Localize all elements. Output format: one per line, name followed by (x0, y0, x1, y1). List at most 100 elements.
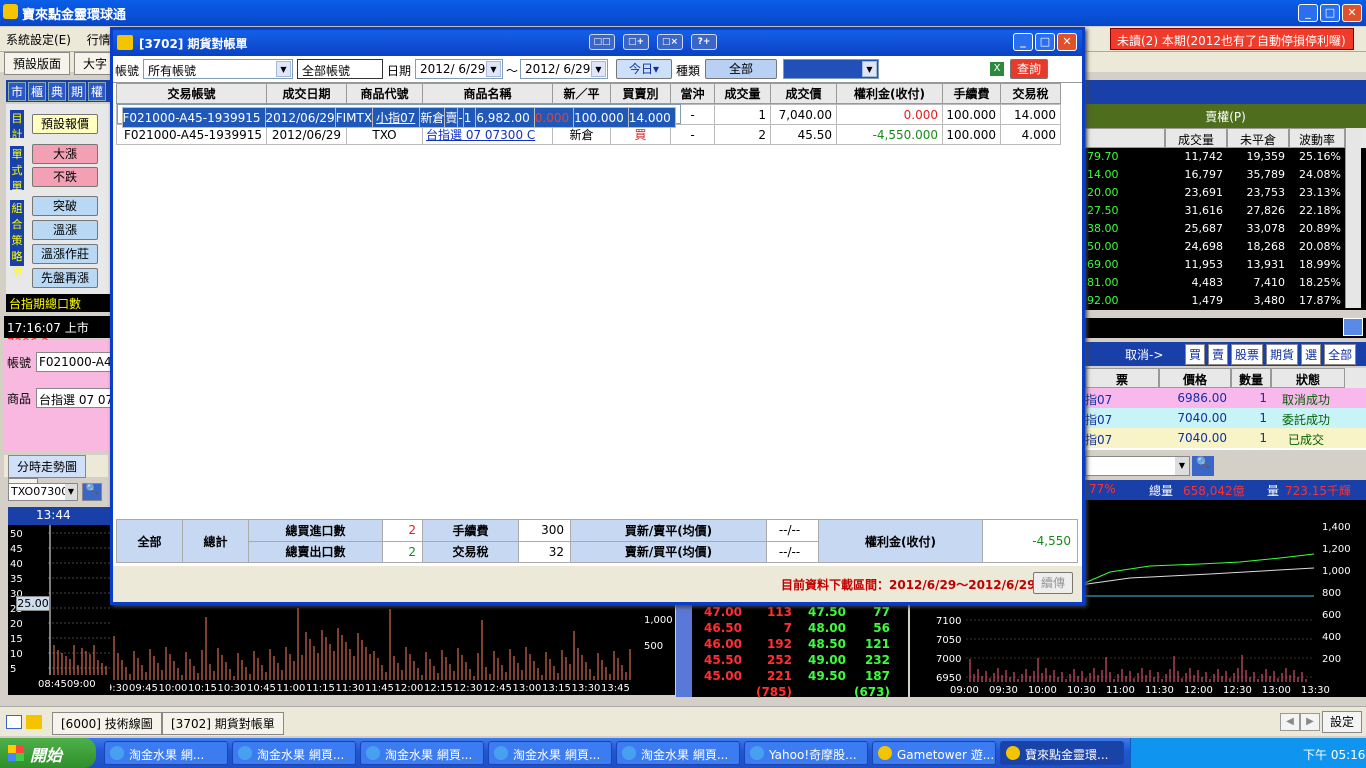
quick-tab[interactable]: 櫃 (28, 82, 46, 101)
minimize-icon[interactable]: _ (1298, 4, 1318, 22)
excel-icon[interactable]: X (989, 61, 1005, 77)
tab-tech-chart[interactable]: [6000] 技術線圖 (52, 712, 162, 735)
order-row[interactable]: 指07 6986.00 1 取消成功 (1085, 388, 1366, 408)
continue-button[interactable]: 續傳 (1033, 572, 1073, 594)
depth-cell: 48.00 (808, 621, 846, 635)
options-row[interactable]: 20.00 23,691 23,753 23.13% (1085, 184, 1366, 202)
filter-button[interactable]: 股票 (1231, 344, 1264, 365)
col-header[interactable]: 商品代號 (346, 83, 423, 104)
openfirst-button[interactable]: 先盤再漲 (32, 268, 98, 288)
options-row[interactable]: 14.00 16,797 35,789 24.08% (1085, 166, 1366, 184)
breakout-button[interactable]: 突破 (32, 196, 98, 216)
table-cell[interactable]: 小指07 (372, 107, 421, 128)
nofall-button[interactable]: 不跌 (32, 167, 98, 187)
remove-window-icon[interactable]: □× (657, 34, 683, 50)
col-header[interactable]: 權利金(收付) (836, 83, 943, 104)
options-row[interactable]: 50.00 24,698 18,268 20.08% (1085, 238, 1366, 256)
tab-preset-layout[interactable]: 預設版面 (4, 52, 71, 75)
filter-button[interactable]: 全部 (1324, 344, 1357, 365)
taskbar-item[interactable]: 寶來點金靈環... (1000, 741, 1124, 765)
layout-icon[interactable]: □□ (589, 34, 615, 50)
col-header[interactable]: 成交價 (770, 83, 837, 104)
settings-button[interactable]: 設定 (1322, 711, 1362, 733)
warmrise-button[interactable]: 溫漲 (32, 220, 98, 240)
options-row[interactable]: 92.00 1,479 3,480 17.87% (1085, 292, 1366, 310)
volume-tick-label: 1,000 (644, 615, 673, 626)
minimize-icon[interactable] (1343, 318, 1363, 336)
product-link[interactable]: 台指選 07 07300 C (426, 128, 535, 142)
symbol-select[interactable]: TXO07300 ▼ (8, 483, 78, 501)
scrollbar[interactable] (1345, 128, 1361, 308)
tab-futures-statement[interactable]: [3702] 期貨對帳單 (162, 712, 284, 735)
depth-cell: 77 (873, 605, 890, 619)
tab-intraday-chart[interactable]: 分時走勢圖 (8, 455, 87, 478)
prev-icon[interactable]: ◀ (1280, 713, 1300, 731)
rise-button[interactable]: 大漲 (32, 144, 98, 164)
options-row[interactable]: 81.00 4,483 7,410 18.25% (1085, 274, 1366, 292)
alert-banner[interactable]: 未讀(2) 本期(2012也有了自動停損停利囉) (1110, 28, 1354, 50)
right-symbol-select[interactable]: ▼ (1085, 456, 1190, 476)
account-select[interactable]: 所有帳號 ▼ (143, 59, 293, 79)
order-row[interactable]: 指07 7040.00 1 委託成功 (1085, 408, 1366, 428)
close-icon[interactable]: ✕ (1057, 33, 1077, 51)
col-header[interactable]: 成交量 (714, 83, 771, 104)
minimize-icon[interactable]: _ (1013, 33, 1033, 51)
filter-button[interactable]: 賣 (1208, 344, 1229, 365)
taskbar-item-label: Gametower 遊... (897, 748, 995, 762)
col-header[interactable]: 交易帳號 (116, 83, 267, 104)
options-row[interactable]: 38.00 25,687 33,078 20.89% (1085, 220, 1366, 238)
today-button[interactable]: 今日▾ (616, 59, 672, 79)
account-field[interactable]: F021000-A45-1 (36, 352, 112, 372)
options-row[interactable]: 79.70 11,742 19,359 25.16% (1085, 148, 1366, 166)
quick-tab[interactable]: 典 (48, 82, 66, 101)
search-icon[interactable]: 🔍 (1192, 456, 1214, 476)
quick-tab[interactable]: 期 (68, 82, 86, 101)
col-header[interactable]: 手續費 (942, 83, 1001, 104)
options-row[interactable]: 27.50 31,616 27,826 22.18% (1085, 202, 1366, 220)
next-icon[interactable]: ▶ (1300, 713, 1320, 731)
col-header[interactable]: 新／平 (552, 83, 611, 104)
quick-tab[interactable]: 權 (88, 82, 106, 101)
all-accounts-field[interactable]: 全部帳號 (297, 59, 383, 79)
add-window-icon[interactable]: □+ (623, 34, 649, 50)
start-button[interactable]: 開始 (0, 738, 96, 768)
col-header[interactable]: 當沖 (670, 83, 715, 104)
taskbar-item[interactable]: 淘金水果 網頁... (360, 741, 484, 765)
date-to-select[interactable]: 2012/ 6/29 ▼ (520, 59, 608, 79)
taskbar-item[interactable]: 淘金水果 網... (104, 741, 228, 765)
product-field[interactable]: 台指選 07 073 (36, 388, 112, 408)
close-icon[interactable]: ✕ (1342, 4, 1362, 22)
search-icon[interactable]: 🔍 (82, 483, 102, 501)
warmrise-work-button[interactable]: 溫漲作莊 (32, 244, 98, 264)
filter-button[interactable]: 期貨 (1266, 344, 1299, 365)
table-row[interactable]: F021000-A45-19399152012/06/29FIMTX小指07 新倉… (116, 104, 681, 128)
options-row[interactable]: 69.00 11,953 13,931 18.99% (1085, 256, 1366, 274)
date-from-select[interactable]: 2012/ 6/29 ▼ (415, 59, 503, 79)
maximize-icon[interactable]: □ (1320, 4, 1340, 22)
type-select[interactable]: ▼ (783, 59, 879, 79)
window-icon[interactable] (6, 715, 22, 729)
x-tick-label: 10:45 (247, 683, 276, 694)
preset-report-button[interactable]: 預設報價 (32, 114, 98, 134)
premium-value: -4,550 (982, 519, 1078, 563)
product-link[interactable]: 小指07 (376, 111, 415, 125)
folder-icon[interactable] (26, 715, 42, 729)
taskbar-item[interactable]: Gametower 遊... (872, 741, 996, 765)
menu-settings[interactable]: 系統設定(E) (0, 27, 77, 52)
help-icon[interactable]: ?+ (691, 34, 717, 50)
order-row[interactable]: 指07 7040.00 1 已成交 (1085, 428, 1366, 448)
taskbar-item[interactable]: Yahoo!奇摩股... (744, 741, 868, 765)
col-header[interactable]: 商品名稱 (422, 83, 553, 104)
filter-button[interactable]: 選 (1301, 344, 1322, 365)
query-button[interactable]: 查詢 (1010, 59, 1048, 79)
filter-button[interactable]: 買 (1185, 344, 1206, 365)
col-header[interactable]: 成交日期 (266, 83, 347, 104)
col-header[interactable]: 買賣別 (610, 83, 671, 104)
col-header[interactable]: 交易稅 (1000, 83, 1061, 104)
quick-tab[interactable]: 市 (8, 82, 26, 101)
maximize-icon[interactable]: □ (1035, 33, 1055, 51)
taskbar-item[interactable]: 淘金水果 網頁... (488, 741, 612, 765)
taskbar-item[interactable]: 淘金水果 網頁... (616, 741, 740, 765)
all-type-button[interactable]: 全部 (705, 59, 777, 79)
taskbar-item[interactable]: 淘金水果 網頁... (232, 741, 356, 765)
